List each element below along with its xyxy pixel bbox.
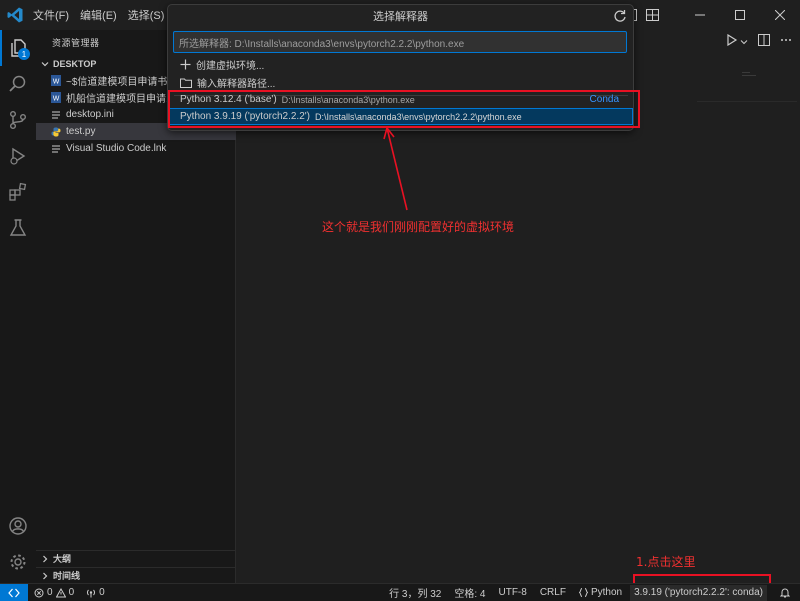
explorer-badge: 1	[18, 48, 30, 60]
outline-section-header[interactable]: 大纲	[36, 550, 236, 566]
language-label: Python	[590, 587, 623, 598]
run-debug-icon[interactable]	[0, 138, 36, 174]
minimap-line	[742, 72, 750, 73]
customize-layout-icon[interactable]	[644, 7, 660, 23]
file-name: 机船信道建模项目申请...	[66, 94, 175, 105]
chevron-down-icon	[41, 62, 49, 67]
quickpick-title: 选择解释器	[373, 11, 428, 23]
annotation-virtual-env-text: 这个就是我们刚刚配置好的虚拟环境	[322, 220, 515, 234]
folder-icon	[180, 78, 192, 88]
testing-icon[interactable]	[0, 210, 36, 246]
enter-interpreter-path-option[interactable]: 输入解释器路径...	[169, 74, 633, 91]
indentation[interactable]: 空格: 4	[454, 585, 485, 600]
editor-actions	[726, 33, 792, 49]
status-bar: 0 0 0 行 3，列 32 空格: 4 UTF-8 CRLF Python 3…	[0, 583, 800, 601]
error-count: 0	[47, 587, 53, 598]
menu-selection[interactable]: 选择(S)	[128, 7, 165, 23]
timeline-section-header[interactable]: 时间线	[36, 567, 236, 583]
ports-count: 0	[99, 587, 105, 598]
timeline-label: 时间线	[53, 571, 81, 581]
error-icon	[34, 588, 44, 597]
run-dropdown-chevron-icon[interactable]	[740, 35, 748, 49]
extensions-icon[interactable]	[0, 174, 36, 210]
annotation-click-here-text: 1.点击这里	[636, 555, 696, 569]
create-venv-option[interactable]: 创建虚拟环境...	[169, 56, 633, 73]
interpreter-search-input[interactable]: 所选解释器: D:\Installs\anaconda3\envs\pytorc…	[173, 31, 627, 53]
encoding[interactable]: UTF-8	[498, 587, 526, 598]
file-name: Visual Studio Code.lnk	[66, 143, 167, 154]
chevron-right-icon	[43, 572, 48, 579]
refresh-icon[interactable]	[613, 9, 627, 23]
python-file-icon	[50, 126, 61, 137]
activity-bar: 1	[0, 30, 36, 583]
annotation-arrow	[383, 127, 408, 211]
word-doc-icon: W	[50, 75, 61, 86]
braces-icon	[578, 588, 588, 597]
settings-file-icon	[50, 109, 61, 120]
svg-text:W: W	[52, 79, 59, 86]
file-name: desktop.ini	[66, 109, 114, 120]
warning-count: 0	[68, 587, 75, 598]
maximize-icon[interactable]	[720, 0, 760, 30]
more-actions-icon[interactable]	[780, 34, 792, 49]
sidebar-title: 资源管理器	[52, 38, 100, 48]
outline-label: 大纲	[53, 554, 72, 564]
option-label: 输入解释器路径...	[197, 79, 276, 90]
remote-indicator-icon[interactable]	[0, 583, 28, 601]
problems-status[interactable]: 0 0	[34, 587, 74, 598]
minimap-slider	[697, 101, 797, 102]
notifications-bell-icon[interactable]	[780, 587, 790, 598]
file-item[interactable]: Visual Studio Code.lnk	[36, 140, 236, 157]
broadcast-icon	[87, 589, 96, 597]
menu-bar: 文件(F) 编辑(E) 选择(S)	[33, 0, 175, 30]
language-mode[interactable]: Python	[578, 587, 623, 598]
manage-gear-icon[interactable]	[0, 544, 36, 580]
close-icon[interactable]	[760, 0, 800, 30]
minimap-line	[742, 75, 756, 76]
minimize-icon[interactable]	[680, 0, 720, 30]
highlight-box-interpreters	[168, 90, 640, 128]
source-control-icon[interactable]	[0, 102, 36, 138]
split-editor-icon[interactable]	[758, 34, 770, 49]
account-icon[interactable]	[0, 508, 36, 544]
search-icon[interactable]	[0, 66, 36, 102]
file-name: test.py	[66, 126, 96, 137]
ports-status[interactable]: 0	[86, 587, 105, 598]
file-name: ~$信道建模项目申请书...	[66, 77, 176, 88]
plus-icon	[180, 59, 191, 70]
run-python-icon[interactable]	[726, 33, 738, 49]
cursor-position[interactable]: 行 3，列 32	[389, 585, 441, 600]
chevron-right-icon	[43, 555, 48, 562]
menu-edit[interactable]: 编辑(E)	[80, 7, 117, 23]
python-interpreter-selector[interactable]: 3.9.19 ('pytorch2.2.2': conda)	[630, 584, 767, 601]
word-doc-icon: W	[50, 92, 61, 103]
svg-text:W: W	[52, 96, 59, 103]
end-of-line[interactable]: CRLF	[540, 587, 566, 598]
link-file-icon	[50, 143, 61, 154]
vscode-logo-icon	[7, 7, 23, 23]
folder-name: DESKTOP	[53, 59, 97, 69]
status-bar-right: 行 3，列 32 空格: 4 UTF-8 CRLF Python 3.9.19 …	[389, 584, 800, 601]
menu-file[interactable]: 文件(F)	[33, 7, 69, 23]
warning-icon	[55, 587, 66, 597]
option-label: 创建虚拟环境...	[196, 61, 265, 72]
explorer-icon[interactable]: 1	[0, 30, 36, 66]
